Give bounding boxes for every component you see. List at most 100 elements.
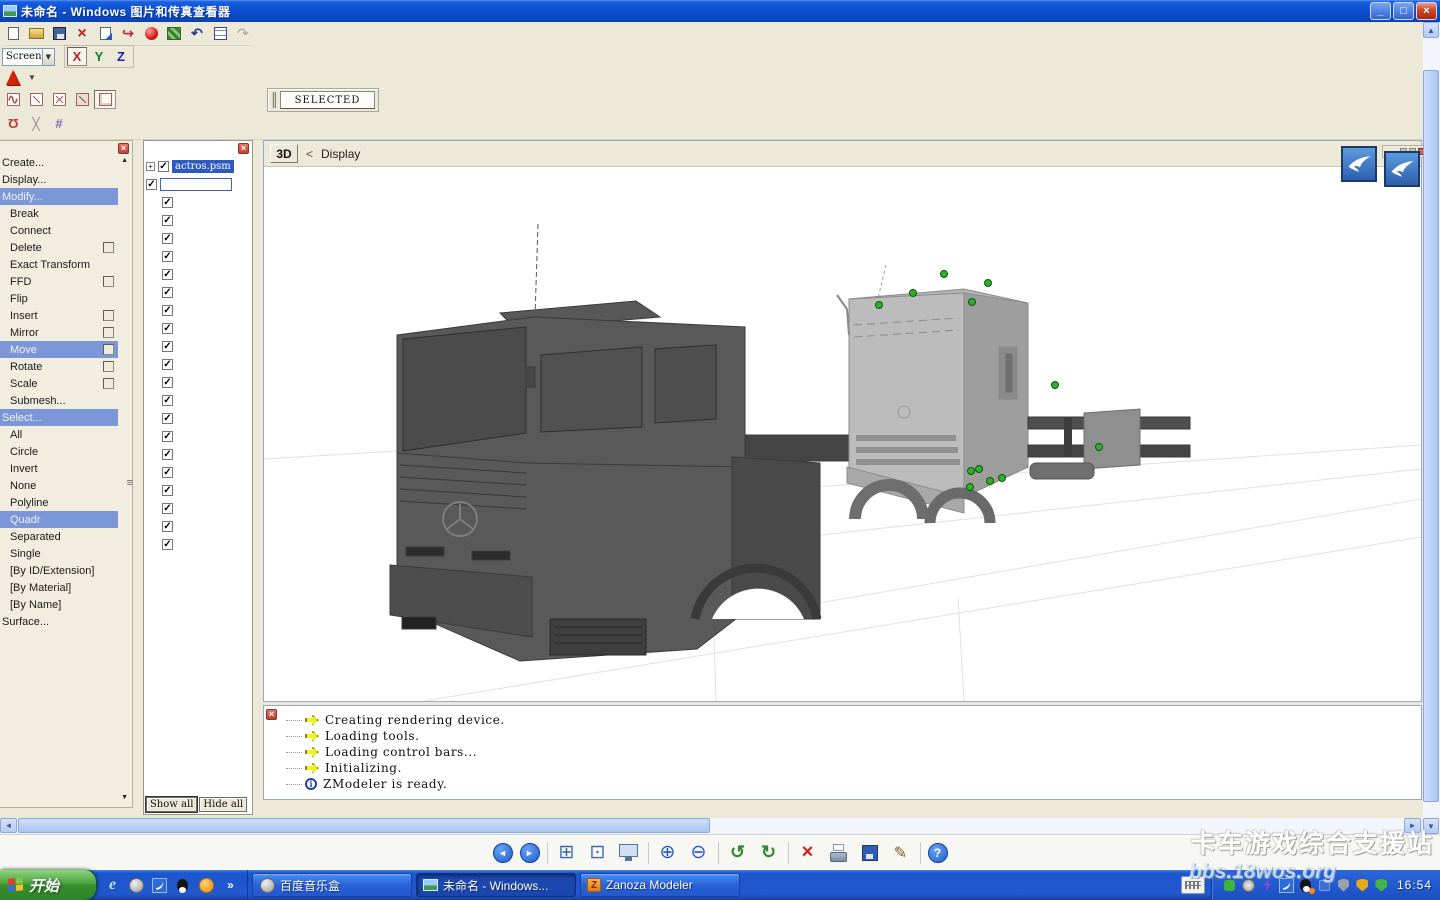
checkbox[interactable] [162, 305, 173, 316]
taskbar-task[interactable]: Zanoza Modeler [580, 873, 740, 897]
tree-row[interactable] [146, 391, 250, 409]
command-item[interactable]: Break [0, 205, 118, 222]
scroll-down-icon[interactable]: ▼ [121, 794, 128, 801]
tree-root-label[interactable]: actros.psm [172, 160, 234, 173]
axis-button[interactable]: Z [111, 47, 131, 66]
tree-row[interactable] [146, 481, 250, 499]
qq-icon[interactable] [174, 877, 191, 894]
option-box[interactable] [103, 242, 114, 253]
checkbox[interactable] [162, 413, 173, 424]
checkbox[interactable] [162, 503, 173, 514]
back-arrow[interactable]: < [306, 147, 313, 161]
viewport-mode-button[interactable]: 3D [270, 144, 298, 163]
tree-row[interactable] [146, 535, 250, 553]
command-item[interactable]: Polyline [0, 494, 118, 511]
command-item[interactable]: Separated [0, 528, 118, 545]
axis-button[interactable]: Y [89, 47, 109, 66]
horizontal-scroll-thumb[interactable] [18, 818, 710, 833]
selected-mode-button[interactable]: SELECTED [280, 91, 375, 109]
vertex-marker[interactable] [968, 468, 975, 475]
cone-primitive-button[interactable] [2, 68, 24, 87]
checkbox[interactable] [162, 215, 173, 226]
tree-row[interactable] [146, 193, 250, 211]
checkbox[interactable] [162, 287, 173, 298]
hide-all-button[interactable]: Hide all [199, 797, 247, 812]
vertex-marker[interactable] [941, 271, 948, 278]
checkbox[interactable] [162, 377, 173, 388]
input-method-icon[interactable] [1181, 876, 1205, 894]
previous-image-button[interactable] [493, 843, 513, 863]
command-item[interactable]: [By ID/Extension] [0, 562, 118, 579]
checkbox[interactable] [162, 521, 173, 532]
command-item[interactable]: Select... [0, 409, 118, 426]
tree-row[interactable] [146, 301, 250, 319]
scroll-left-button[interactable]: ◄ [0, 818, 17, 833]
checkbox[interactable] [162, 395, 173, 406]
checkbox[interactable] [162, 467, 173, 478]
command-item[interactable]: Create... [0, 154, 118, 171]
zmodeler-swallow-icon[interactable] [152, 878, 167, 893]
command-item[interactable]: Flip [0, 290, 118, 307]
truck-right[interactable] [837, 265, 1190, 523]
tree-row[interactable] [146, 409, 250, 427]
command-item[interactable]: Exact Transform [0, 256, 118, 273]
checkbox[interactable] [162, 449, 173, 460]
command-item[interactable]: None [0, 477, 118, 494]
green-shield-icon[interactable] [1374, 878, 1389, 893]
zoom-in-button[interactable] [656, 841, 680, 865]
command-item[interactable]: Connect [0, 222, 118, 239]
command-item[interactable]: Quadr [0, 511, 118, 528]
close-button[interactable]: × [1416, 2, 1437, 20]
checkbox[interactable] [162, 197, 173, 208]
checkbox[interactable] [162, 251, 173, 262]
gray-shield-icon[interactable] [1336, 878, 1351, 893]
command-item[interactable]: Scale [0, 375, 118, 392]
taskbar-task[interactable]: 百度音乐盒 [252, 873, 412, 897]
start-button[interactable]: 开始 [0, 870, 96, 900]
vertex-marker[interactable] [1096, 444, 1103, 451]
show-all-button[interactable]: Show all [146, 797, 197, 812]
command-item[interactable]: Rotate [0, 358, 118, 375]
tree-row[interactable] [146, 211, 250, 229]
baidu-icon[interactable] [198, 877, 215, 894]
scroll-right-button[interactable]: ► [1404, 818, 1421, 833]
command-item[interactable]: [By Name] [0, 596, 118, 613]
minimize-button[interactable]: _ [1370, 2, 1391, 20]
command-item[interactable]: Submesh... [0, 392, 118, 409]
checkbox[interactable] [162, 323, 173, 334]
command-item[interactable]: Display... [0, 171, 118, 188]
vertex-marker[interactable] [976, 466, 983, 473]
print-button[interactable] [827, 841, 851, 865]
tree-row[interactable] [146, 463, 250, 481]
tree-row[interactable] [146, 283, 250, 301]
command-item[interactable]: Insert [0, 307, 118, 324]
checkbox[interactable] [162, 359, 173, 370]
taskbar-task[interactable]: 未命名 - Windows... [416, 873, 576, 897]
close-panel-button[interactable] [118, 143, 129, 154]
tree-row[interactable] [146, 247, 250, 265]
checkbox[interactable] [162, 431, 173, 442]
checkbox[interactable] [162, 539, 173, 550]
truck-left[interactable] [390, 224, 851, 661]
window-titlebar[interactable]: 未命名 - Windows 图片和传真查看器 _ □ × [0, 0, 1440, 22]
zmodeler-logo-button[interactable] [1384, 151, 1420, 187]
vertex-marker[interactable] [967, 484, 974, 491]
checkbox[interactable] [162, 269, 173, 280]
command-item[interactable]: FFD [0, 273, 118, 290]
media-player-icon[interactable] [128, 877, 145, 894]
checkbox[interactable] [162, 233, 173, 244]
option-box[interactable] [103, 276, 114, 287]
checkbox[interactable] [158, 161, 169, 172]
slideshow-button[interactable] [617, 841, 641, 865]
tree-row[interactable] [146, 445, 250, 463]
command-item[interactable]: Mirror [0, 324, 118, 341]
option-box[interactable] [103, 378, 114, 389]
tree-root-row[interactable]: actros.psm [146, 157, 250, 175]
best-fit-button[interactable] [555, 841, 579, 865]
tree-row[interactable] [146, 355, 250, 373]
option-box[interactable] [103, 327, 114, 338]
option-box[interactable] [103, 344, 114, 355]
close-panel-button[interactable] [266, 709, 277, 720]
edit-image-button[interactable] [889, 841, 913, 865]
more-chevron-icon[interactable] [222, 877, 239, 894]
